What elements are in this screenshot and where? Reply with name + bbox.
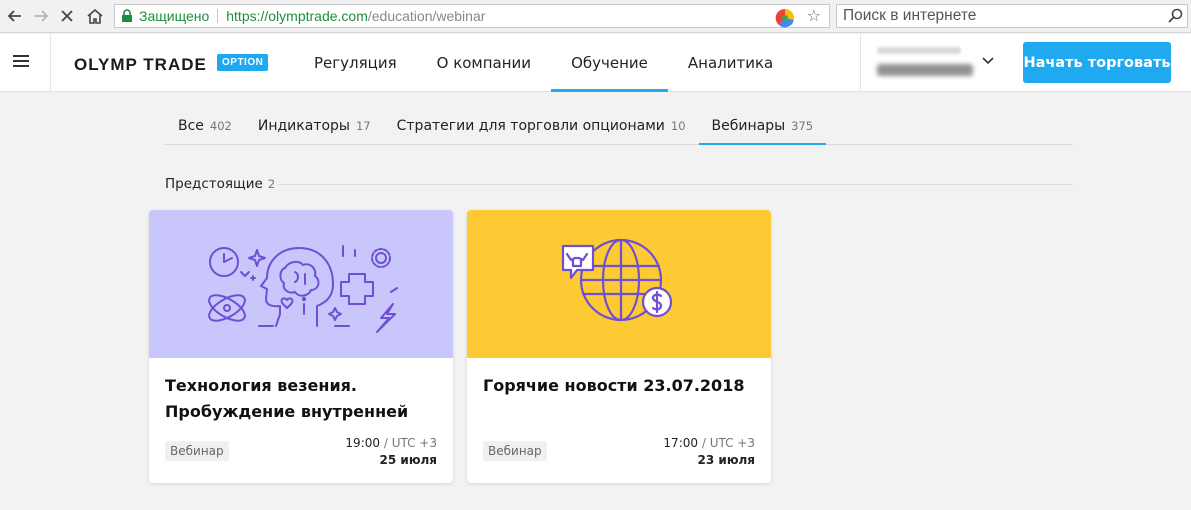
globe-bull-dollar-illustration-icon (561, 238, 673, 322)
nav-item-education[interactable]: Обучение (551, 34, 668, 92)
nav-item-regulation[interactable]: Регуляция (294, 34, 417, 92)
section-count: 2 (267, 177, 276, 191)
card-illustration (467, 210, 771, 358)
tab-count: 17 (355, 119, 371, 133)
back-button[interactable] (4, 5, 26, 27)
card-date: 23 июля (697, 453, 755, 467)
card-illustration (149, 210, 453, 358)
chevron-down-icon (982, 57, 994, 65)
close-icon (61, 10, 73, 22)
webinar-card[interactable]: Горячие новости 23.07.2018 Вебинар 17:00… (467, 210, 771, 483)
home-button[interactable] (84, 5, 106, 27)
back-arrow-icon (7, 10, 21, 22)
bookmark-star-icon[interactable]: ☆ (807, 6, 821, 25)
web-search-input[interactable] (837, 5, 1157, 27)
section-label: Предстоящие (165, 176, 263, 192)
card-title: Горячие новости 23.07.2018 (483, 376, 745, 395)
url-path: /education/webinar (367, 8, 486, 24)
forward-arrow-icon (35, 10, 49, 22)
card-time: 19:00 (345, 436, 381, 450)
card-tag: Вебинар (165, 441, 229, 461)
lock-icon (121, 9, 133, 23)
tab-label: Все (178, 118, 204, 134)
card-timezone: / UTC +3 (701, 436, 755, 450)
card-schedule: 19:00 / UTC +3 25 июля (345, 435, 437, 469)
tab-indicators[interactable]: Индикаторы 17 (245, 108, 384, 144)
web-search-box[interactable] (836, 4, 1188, 28)
tab-webinars[interactable]: Вебинары 375 (698, 108, 827, 145)
account-email-blurred (877, 47, 961, 54)
account-id-blurred (877, 64, 973, 76)
forward-button[interactable] (30, 5, 52, 27)
stop-button[interactable] (56, 5, 78, 27)
logo[interactable]: OLYMP TRADE (74, 55, 207, 75)
account-menu[interactable] (860, 34, 1004, 92)
tab-label: Стратегии для торговли опционами (396, 118, 665, 134)
start-trading-button[interactable]: Начать торговать (1023, 42, 1171, 83)
search-icon[interactable] (1167, 8, 1183, 28)
divider (217, 9, 219, 23)
main-nav: Регуляция О компании Обучение Аналитика (294, 34, 793, 92)
section-title: Предстоящие 2 (165, 176, 275, 192)
home-icon (87, 8, 103, 24)
tab-label: Индикаторы (257, 118, 350, 134)
browser-toolbar: Защищено https://olymptrade.com /educati… (0, 0, 1191, 33)
extension-icon[interactable] (775, 8, 795, 28)
url-host: https://olymptrade.com (226, 8, 368, 24)
card-time: 17:00 (663, 436, 699, 450)
card-tag: Вебинар (483, 441, 547, 461)
webinar-card[interactable]: Технология везения. Пробуждение внутренн… (149, 210, 453, 483)
tab-strategies[interactable]: Стратегии для торговли опционами 10 (384, 108, 699, 144)
address-bar[interactable]: Защищено https://olymptrade.com /educati… (114, 4, 830, 28)
divider (278, 184, 1073, 185)
nav-item-about[interactable]: О компании (417, 34, 551, 92)
nav-item-analytics[interactable]: Аналитика (668, 34, 793, 92)
card-title: Технология везения. Пробуждение внутренн… (165, 376, 409, 421)
category-tabs: Все 402 Индикаторы 17 Стратегии для торгов… (165, 108, 1073, 145)
brain-head-illustration-icon (208, 245, 398, 333)
card-date: 25 июля (379, 453, 437, 467)
divider (50, 34, 51, 92)
tab-count: 402 (209, 119, 232, 133)
tab-all[interactable]: Все 402 (165, 108, 245, 144)
secure-label: Защищено (139, 8, 210, 24)
tab-count: 375 (791, 119, 814, 133)
tab-count: 10 (670, 119, 686, 133)
card-schedule: 17:00 / UTC +3 23 июля (663, 435, 755, 469)
menu-icon[interactable] (13, 55, 29, 69)
logo-badge: OPTION (217, 54, 269, 71)
tab-label: Вебинары (711, 118, 786, 134)
site-header: OLYMP TRADE OPTION Регуляция О компании … (0, 34, 1191, 92)
card-timezone: / UTC +3 (383, 436, 437, 450)
